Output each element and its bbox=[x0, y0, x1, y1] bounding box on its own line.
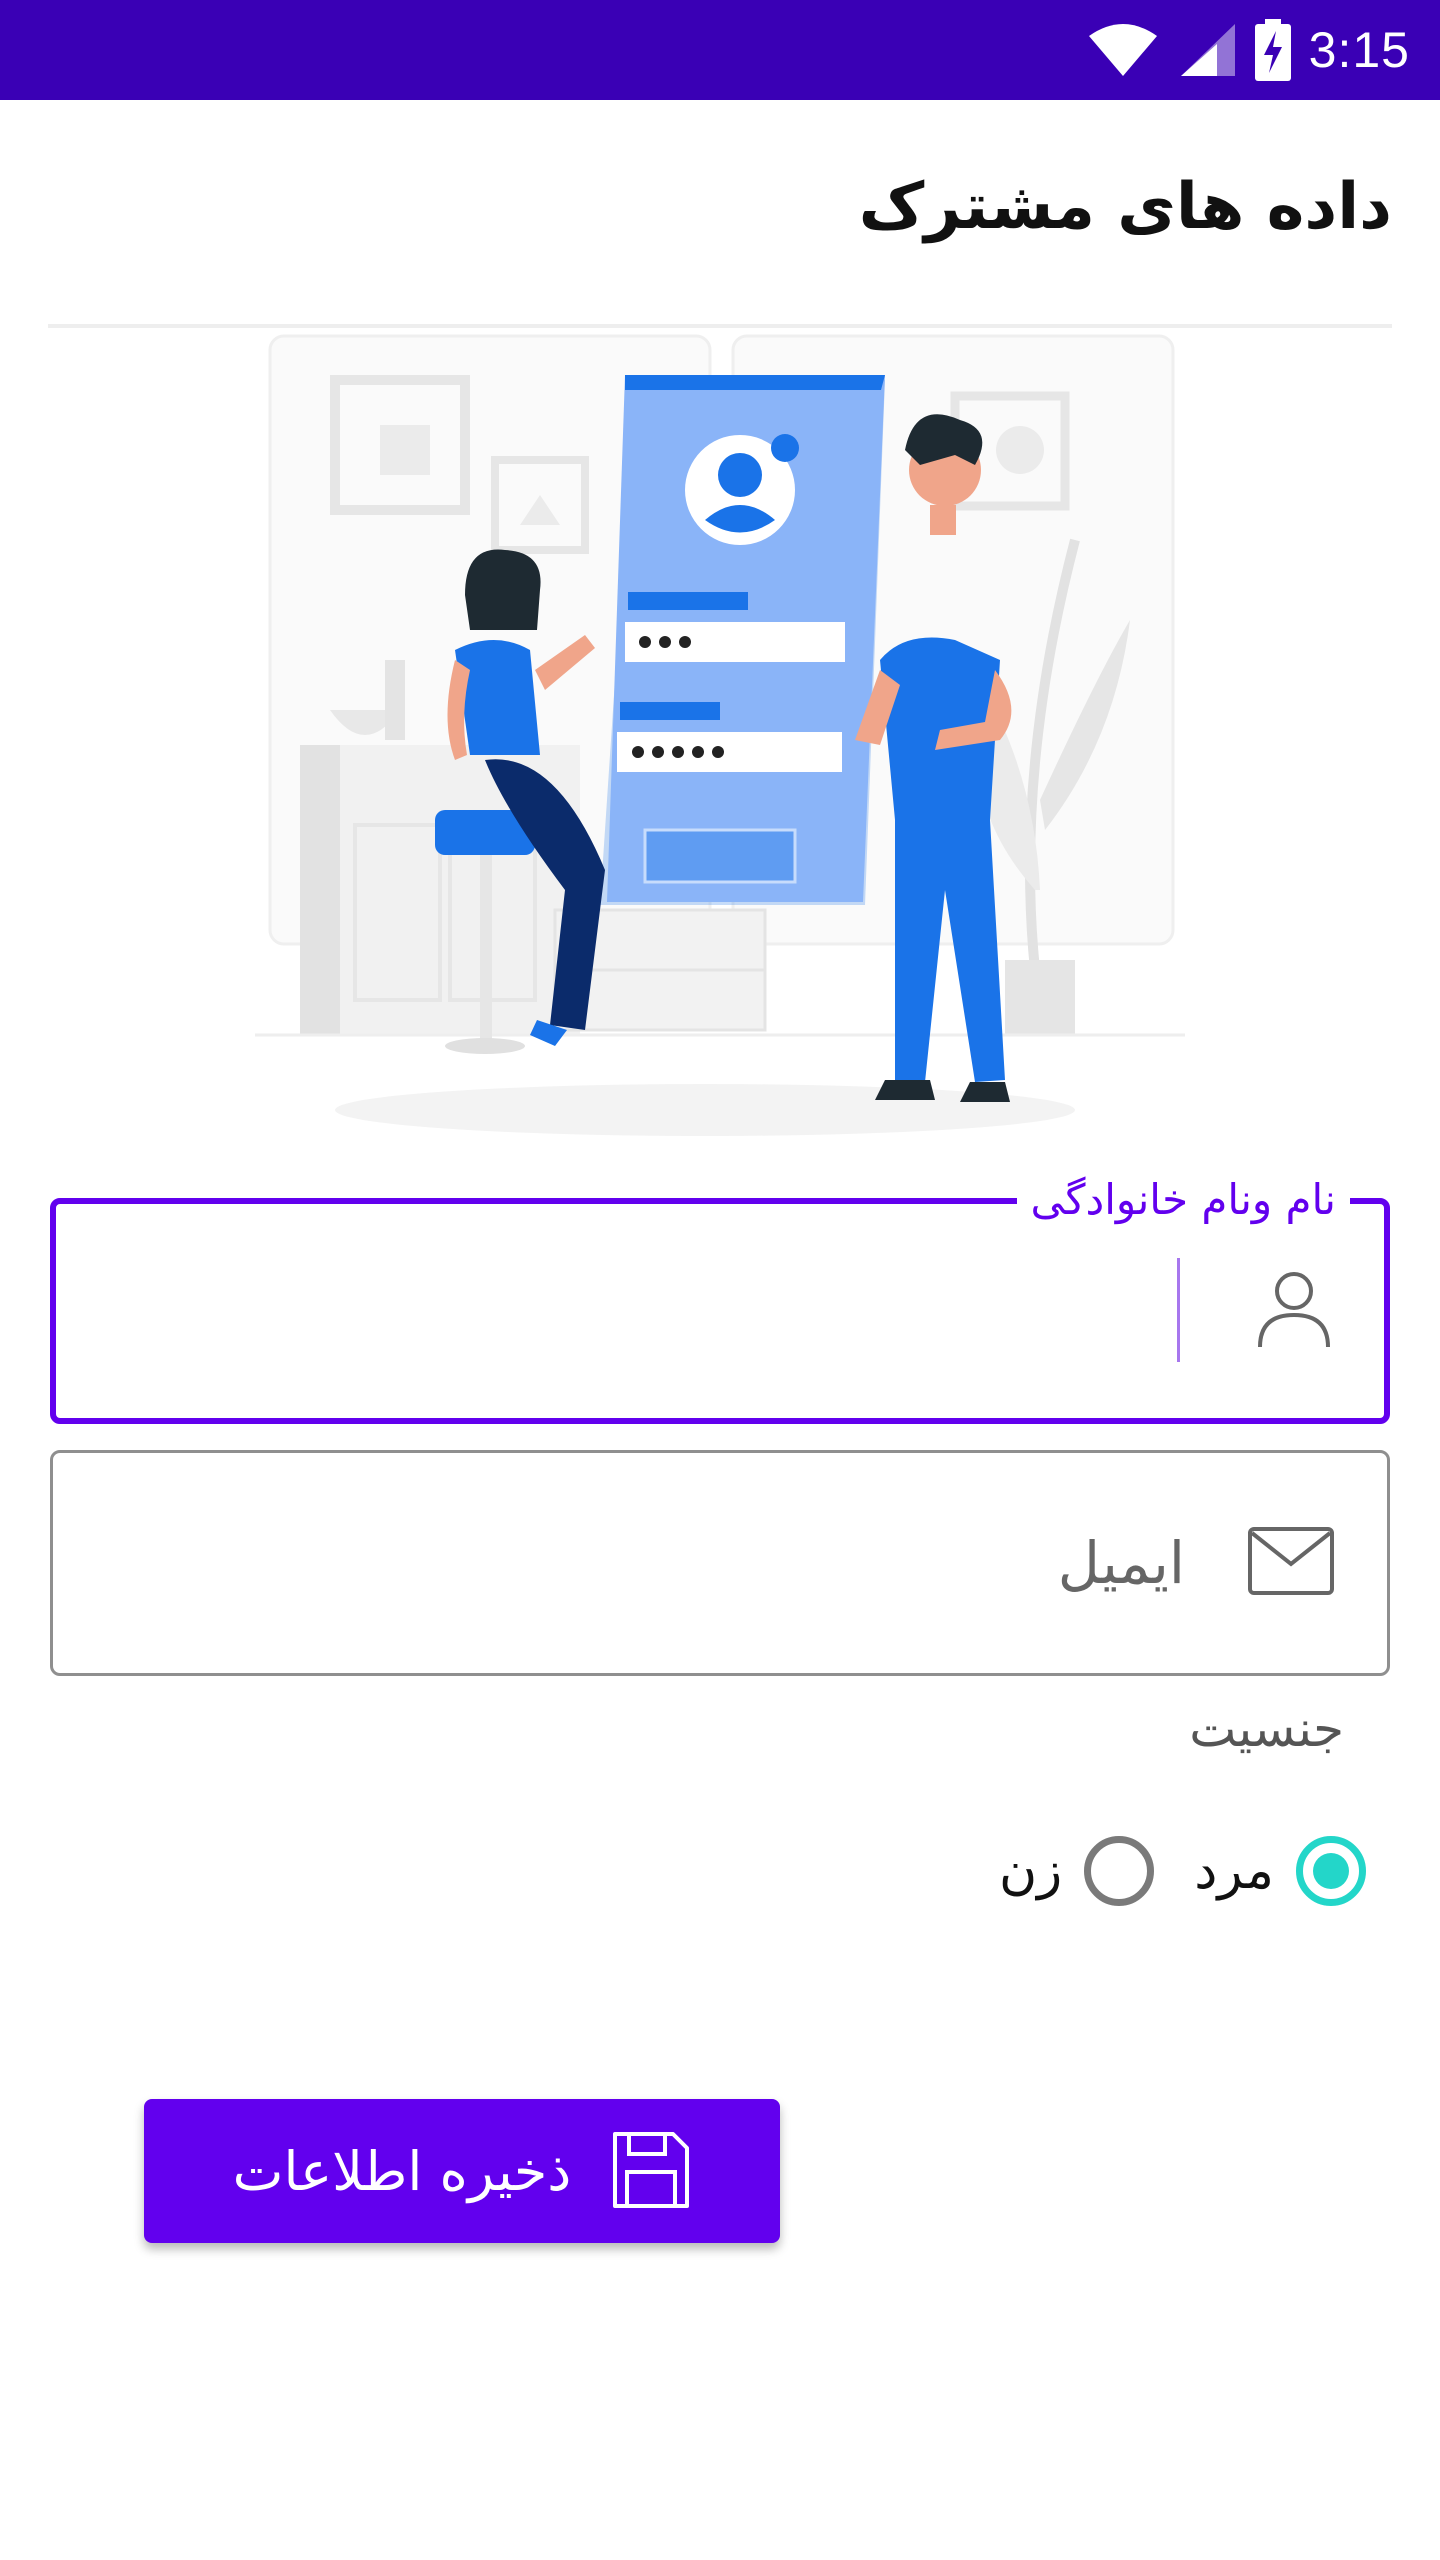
signal-icon bbox=[1180, 24, 1235, 76]
email-field[interactable] bbox=[50, 1450, 1390, 1676]
gender-label: جنسیت bbox=[1189, 1700, 1344, 1758]
status-icons: 3:15 bbox=[1087, 0, 1410, 100]
radio-female-label: زن bbox=[998, 1841, 1063, 1901]
illustration-image bbox=[255, 334, 1185, 1136]
radio-male-label: مرد bbox=[1194, 1841, 1274, 1901]
mail-icon bbox=[1247, 1526, 1335, 1600]
name-field[interactable]: نام ونام خانوادگی bbox=[50, 1170, 1390, 1424]
radio-male[interactable]: مرد bbox=[1194, 1836, 1366, 1906]
gender-radio-group: مرد زن bbox=[999, 1836, 1366, 1906]
save-icon bbox=[611, 2130, 691, 2213]
divider bbox=[48, 324, 1392, 328]
status-time: 3:15 bbox=[1308, 22, 1410, 78]
name-input[interactable] bbox=[96, 1276, 1184, 1346]
email-input[interactable] bbox=[93, 1528, 1187, 1598]
page-title: داده های مشترک bbox=[858, 170, 1392, 244]
wifi-icon bbox=[1088, 24, 1157, 76]
radio-button-unselected[interactable] bbox=[1084, 1836, 1155, 1906]
radio-female[interactable]: زن bbox=[998, 1836, 1155, 1906]
person-icon bbox=[1256, 1267, 1332, 1355]
name-field-label: نام ونام خانوادگی bbox=[1016, 1170, 1350, 1230]
radio-button-selected[interactable] bbox=[1296, 1836, 1366, 1906]
status-bar: 3:15 bbox=[0, 0, 1440, 100]
save-button[interactable]: ذخیره اطلاعات bbox=[144, 2099, 780, 2243]
battery-charging-icon bbox=[1254, 19, 1291, 81]
save-button-label: ذخیره اطلاعات bbox=[232, 2139, 572, 2203]
